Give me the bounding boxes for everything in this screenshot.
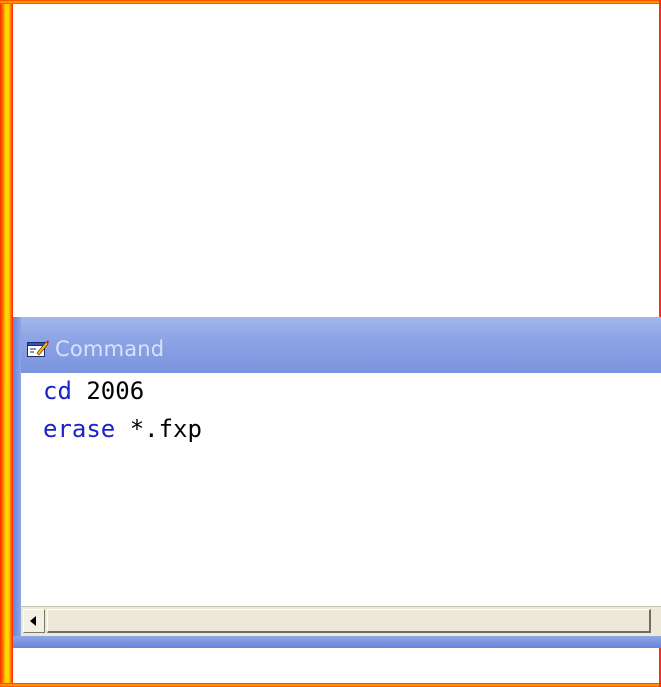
highlight-frame-bottom-edge — [0, 683, 661, 687]
command-window[interactable]: Command cd 2006 erase *.fxp — [13, 317, 661, 648]
horizontal-scroll-thumb[interactable] — [47, 609, 651, 633]
command-window-left-border — [13, 317, 21, 648]
command-keyword: cd — [43, 377, 72, 405]
scroll-left-button[interactable] — [23, 609, 45, 633]
horizontal-scrollbar[interactable] — [21, 606, 661, 637]
command-keyword: erase — [43, 415, 116, 443]
command-line-1[interactable]: cd 2006 — [43, 376, 144, 406]
scroll-left-arrow-icon — [30, 616, 36, 626]
command-window-icon — [27, 340, 49, 358]
highlight-frame-top-edge — [0, 0, 661, 4]
command-window-bottom-border — [13, 636, 661, 648]
command-window-title: Command — [55, 337, 165, 361]
command-window-titlebar[interactable]: Command — [13, 317, 661, 373]
command-editor[interactable]: cd 2006 erase *.fxp — [21, 373, 661, 606]
command-line-2[interactable]: erase *.fxp — [43, 414, 202, 444]
highlight-frame-left-edge — [0, 0, 13, 687]
command-argument: *.fxp — [115, 415, 202, 443]
command-argument: 2006 — [71, 377, 145, 405]
